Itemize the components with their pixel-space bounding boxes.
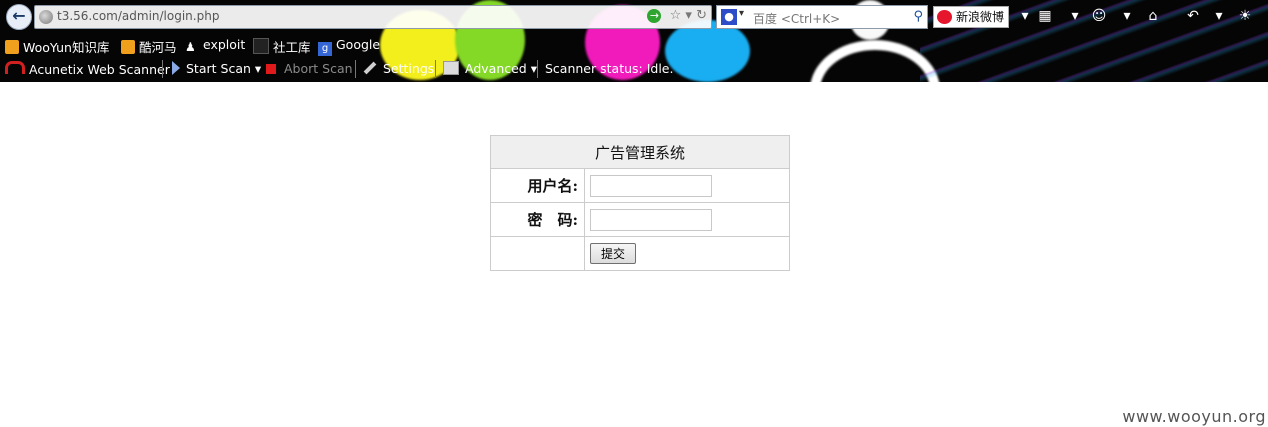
separator <box>162 60 163 78</box>
advanced-button[interactable]: Advanced ▾ <box>443 61 537 76</box>
search-box[interactable]: ● ▾ 百度 <Ctrl+K> ⚲ <box>716 5 928 29</box>
password-cell <box>584 202 790 237</box>
weibo-button[interactable]: 新浪微博 <box>933 6 1010 28</box>
settings-button[interactable]: Settings <box>363 61 434 76</box>
bookmark-kuhema[interactable]: 酷河马 <box>121 37 177 56</box>
scanner-status: Scanner status: Idle. <box>545 61 674 76</box>
login-form: 广告管理系统 用户名: 密 码: 提交 <box>490 135 790 271</box>
dropdown-icon[interactable]: ▾ <box>1118 7 1136 25</box>
dropdown-icon[interactable]: ▾ <box>685 8 692 23</box>
addon-icon[interactable]: ▦ <box>1036 7 1054 25</box>
person-icon: ♟ <box>185 40 196 54</box>
dark-icon <box>253 38 269 54</box>
separator <box>537 60 538 78</box>
undo-icon[interactable]: ↶ <box>1184 7 1202 25</box>
star-icon[interactable]: ☆ <box>670 8 682 23</box>
bookmark-exploit[interactable]: ♟ exploit <box>185 37 245 54</box>
password-input[interactable] <box>590 208 712 231</box>
rss-icon <box>5 40 19 54</box>
navigation-toolbar: ← t3.56.com/admin/login.php → ☆ ▾ ↻ ● ▾ … <box>0 2 1268 30</box>
advanced-icon <box>443 61 459 75</box>
search-icon[interactable]: ⚲ <box>913 9 923 24</box>
stop-icon <box>266 64 276 74</box>
dropdown-icon[interactable]: ▾ <box>1016 7 1034 25</box>
address-bar[interactable]: t3.56.com/admin/login.php → ☆ ▾ ↻ <box>34 5 712 29</box>
login-title: 广告管理系统 <box>490 135 790 169</box>
bookmark-google[interactable]: g Google <box>318 37 380 56</box>
submit-button[interactable]: 提交 <box>590 243 637 264</box>
bookmark-wooyun[interactable]: WooYun知识库 <box>5 37 109 56</box>
password-label: 密 码: <box>490 202 585 237</box>
back-button[interactable]: ← <box>6 4 32 30</box>
bookmarks-toolbar: WooYun知识库 酷河马 ♟ exploit 社工库 g Google <box>0 34 1268 56</box>
separator <box>355 60 356 78</box>
globe-icon <box>39 10 53 24</box>
dropdown-icon[interactable]: ▾ <box>1210 7 1228 25</box>
go-icon[interactable]: → <box>647 9 662 23</box>
acunetix-toolbar: Acunetix Web Scanner Start Scan ▾ Abort … <box>0 58 1268 80</box>
search-placeholder[interactable]: 百度 <Ctrl+K> <box>753 10 840 27</box>
reload-icon[interactable]: ↻ <box>696 8 707 23</box>
extension-icon[interactable]: ☀ <box>1236 7 1254 25</box>
bookmark-shegongku[interactable]: 社工库 <box>253 37 311 56</box>
watermark: www.wooyun.org <box>1122 407 1266 426</box>
start-scan-button[interactable]: Start Scan ▾ <box>172 61 261 76</box>
acunetix-icon <box>5 61 25 74</box>
weibo-label: 新浪微博 <box>956 10 1005 24</box>
address-bar-actions: → ☆ ▾ ↻ <box>647 8 707 23</box>
browser-chrome: ← t3.56.com/admin/login.php → ☆ ▾ ↻ ● ▾ … <box>0 0 1268 82</box>
weibo-icon <box>937 10 952 24</box>
username-cell <box>584 168 790 203</box>
username-label: 用户名: <box>490 168 585 203</box>
wrench-icon <box>363 61 377 75</box>
emoticon-icon[interactable]: ☺ <box>1090 7 1108 25</box>
url-text[interactable]: t3.56.com/admin/login.php <box>57 9 219 23</box>
google-icon: g <box>318 42 332 56</box>
rss-icon <box>121 40 135 54</box>
submit-cell: 提交 <box>584 236 790 271</box>
acunetix-title: Acunetix Web Scanner <box>5 61 170 77</box>
baidu-icon[interactable]: ● <box>721 9 737 25</box>
username-input[interactable] <box>590 174 712 197</box>
separator <box>435 60 436 78</box>
search-engine-dropdown-icon[interactable]: ▾ <box>739 8 744 19</box>
home-icon[interactable]: ⌂ <box>1144 7 1162 25</box>
dropdown-icon[interactable]: ▾ <box>1066 7 1084 25</box>
empty-cell <box>490 236 585 271</box>
play-icon <box>172 61 180 75</box>
abort-scan-button[interactable]: Abort Scan <box>266 61 353 76</box>
